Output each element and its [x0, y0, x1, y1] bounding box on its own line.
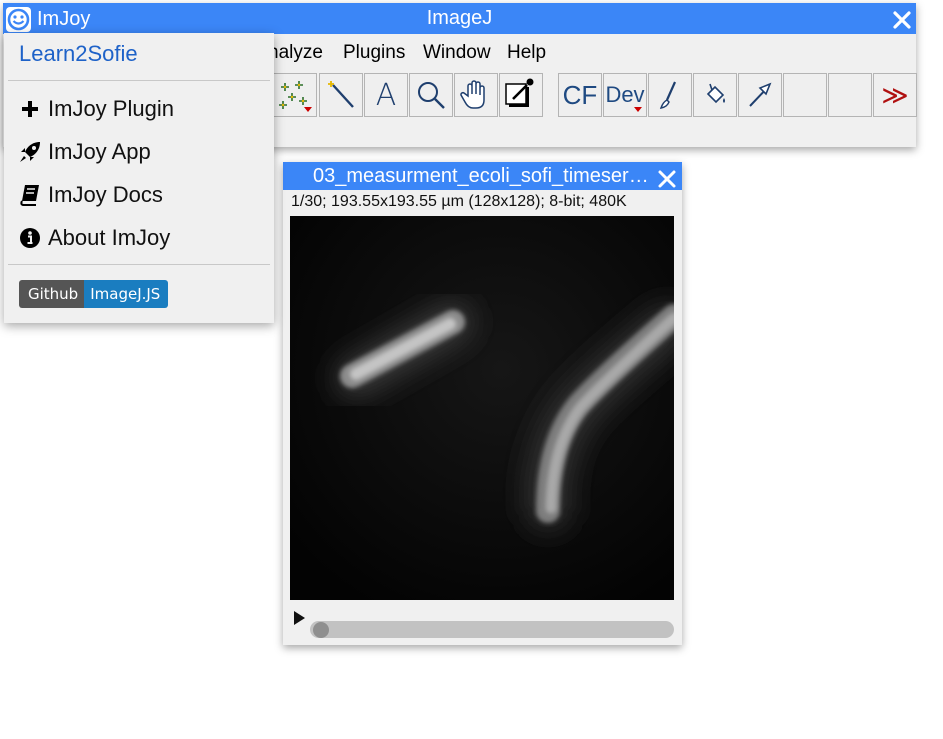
arrow-icon	[749, 82, 772, 107]
image-window: 03_measurment_ecoli_sofi_timeseries.tif …	[283, 162, 690, 645]
magnifier-icon	[418, 82, 445, 109]
menu-divider	[8, 264, 270, 265]
menu-item-label: About ImJoy	[48, 225, 171, 250]
microscopy-image[interactable]	[290, 216, 690, 600]
close-icon[interactable]	[890, 8, 914, 32]
menu-plugins[interactable]: Plugins	[343, 42, 405, 64]
dropper-icon	[505, 78, 534, 107]
menu-item-about-imjoy[interactable]: About ImJoy	[18, 222, 170, 254]
badge-right-label: ImageJ.JS	[84, 280, 169, 308]
brush-icon	[659, 81, 677, 109]
dropdown-triangle-icon	[634, 107, 642, 112]
color-picker-tool-button[interactable]	[499, 73, 543, 117]
image-info: 1/30; 193.55x193.55 µm (128x128); 8-bit;…	[291, 193, 627, 210]
multipoint-tool-button[interactable]	[273, 73, 317, 117]
brush-tool-button[interactable]	[648, 73, 692, 117]
play-icon[interactable]	[291, 608, 309, 628]
menu-item-label: ImJoy Docs	[48, 182, 163, 207]
dropdown-triangle-icon	[304, 107, 312, 112]
frame-slider-thumb[interactable]	[313, 622, 329, 638]
frame-slider[interactable]	[310, 621, 674, 638]
image-window-titlebar[interactable]: 03_measurment_ecoli_sofi_timeseries.tif	[283, 162, 682, 190]
menu-item-label: ImJoy Plugin	[48, 96, 174, 121]
magic-wand-icon	[328, 81, 354, 108]
imjoy-dropdown-menu: Learn2Sofie ImJoy Plugin ImJoy App ImJoy	[4, 33, 274, 323]
close-icon[interactable]	[656, 168, 678, 190]
menu-analyze[interactable]: nalyze	[268, 42, 323, 64]
text-tool-button[interactable]: A	[364, 73, 408, 117]
text-tool-label: A	[375, 77, 397, 113]
menu-item-label: ImJoy App	[48, 139, 151, 164]
window-title: ImageJ	[426, 7, 493, 29]
badge-left-label: Github	[19, 280, 85, 308]
menu-item-imjoy-docs[interactable]: ImJoy Docs	[18, 179, 163, 211]
cf-label: CF	[562, 79, 598, 110]
image-title: 03_measurment_ecoli_sofi_timeseries.tif	[313, 165, 649, 187]
more-tools-button[interactable]: ≫	[873, 73, 917, 117]
wand-tool-button[interactable]	[319, 73, 363, 117]
paint-bucket-icon	[706, 83, 725, 104]
menu-item-imjoy-plugin[interactable]: ImJoy Plugin	[18, 93, 174, 125]
empty-tool-slot-2[interactable]	[828, 73, 872, 117]
info-circle-icon	[18, 226, 42, 250]
menu-item-imjoy-app[interactable]: ImJoy App	[18, 136, 151, 168]
zoom-tool-button[interactable]	[409, 73, 453, 117]
rocket-icon	[18, 140, 42, 164]
github-badge[interactable]: Github ImageJ.JS	[19, 280, 169, 308]
book-icon	[18, 183, 42, 207]
hand-icon	[460, 80, 485, 109]
cf-tool-button[interactable]: CF	[558, 73, 602, 117]
plus-icon	[18, 97, 42, 121]
flood-fill-tool-button[interactable]	[693, 73, 737, 117]
hand-tool-button[interactable]	[454, 73, 498, 117]
menu-window[interactable]: Window	[423, 42, 491, 64]
menu-divider	[8, 80, 270, 81]
learn2sofie-link[interactable]: Learn2Sofie	[19, 41, 138, 67]
menu-help[interactable]: Help	[507, 42, 546, 64]
empty-tool-slot-1[interactable]	[783, 73, 827, 117]
dev-label: Dev	[605, 82, 645, 107]
arrow-tool-button[interactable]	[738, 73, 782, 117]
imagej-titlebar[interactable]: ImJoy ImageJ	[3, 3, 916, 34]
more-tools-label: ≫	[881, 79, 909, 110]
dev-tool-button[interactable]: Dev	[603, 73, 647, 117]
